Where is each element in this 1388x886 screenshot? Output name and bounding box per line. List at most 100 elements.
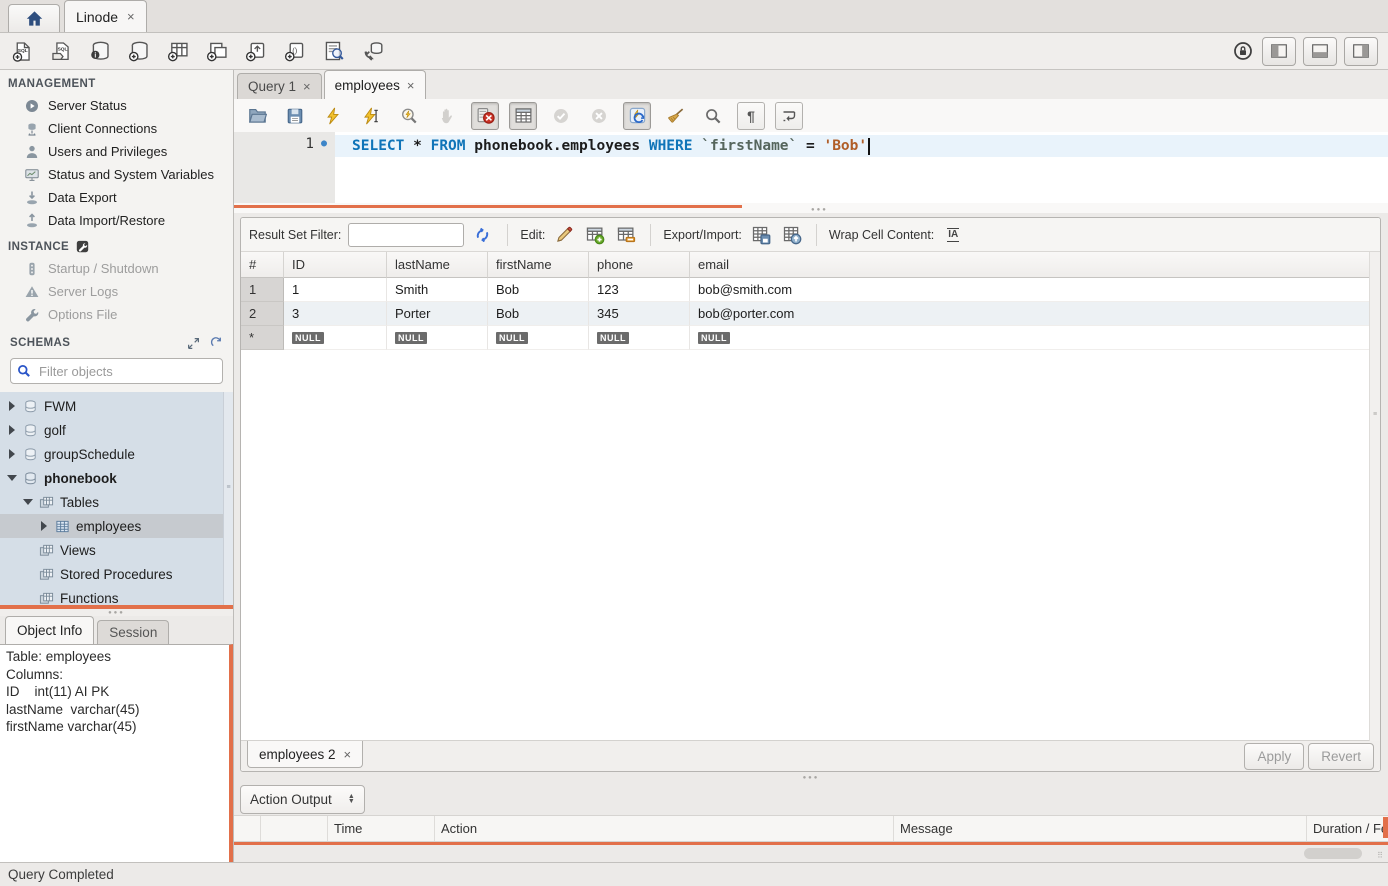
toggle-bottom-panel-icon[interactable] — [1303, 37, 1337, 66]
output-column-header[interactable]: Time — [328, 816, 435, 841]
delete-row-icon[interactable] — [614, 224, 638, 246]
table-row-new-placeholder[interactable]: * NULL NULL NULL NULL NULL — [241, 326, 1380, 350]
close-icon[interactable]: × — [127, 9, 135, 24]
editor-result-splitter[interactable]: ●●● — [234, 203, 1388, 213]
sidebar-item-options-file[interactable]: Options File — [0, 303, 233, 326]
cell[interactable]: Smith — [387, 278, 488, 302]
autocommit-icon[interactable] — [623, 102, 651, 130]
output-column-header[interactable]: Action — [435, 816, 894, 841]
stop-icon[interactable] — [433, 102, 461, 130]
tab-result-employees-2[interactable]: employees 2 × — [247, 741, 363, 768]
rollback-icon[interactable] — [585, 102, 613, 130]
tree-item-table-employees[interactable]: employees — [0, 514, 233, 538]
revert-button[interactable]: Revert — [1308, 743, 1374, 770]
commit-icon[interactable] — [547, 102, 575, 130]
output-column-header[interactable]: Duration / Fetch — [1307, 816, 1388, 841]
chevron-right-icon[interactable] — [7, 449, 17, 459]
sql-line-1[interactable]: SELECT * FROM phonebook.employees WHERE … — [335, 135, 1388, 157]
cell[interactable]: 345 — [589, 302, 690, 326]
tree-item-views-folder[interactable]: Views — [0, 538, 233, 562]
create-table-icon[interactable] — [166, 39, 190, 63]
cell[interactable]: 1 — [284, 278, 387, 302]
create-function-icon[interactable]: () — [283, 39, 307, 63]
tree-item-stored-procedures-folder[interactable]: Stored Procedures — [0, 562, 233, 586]
result-output-splitter[interactable]: ●●● — [234, 772, 1388, 783]
tab-session[interactable]: Session — [97, 620, 169, 644]
horizontal-scrollbar-thumb[interactable] — [1304, 848, 1362, 859]
tree-item-tables-folder[interactable]: Tables — [0, 490, 233, 514]
resize-grip-icon[interactable]: ⠿ — [1377, 851, 1384, 860]
tree-scrollbar[interactable]: ≡ — [223, 392, 233, 605]
schema-inspector-icon[interactable]: i — [88, 39, 112, 63]
wrap-cell-icon[interactable]: IA — [941, 224, 965, 246]
limit-rows-icon[interactable] — [509, 102, 537, 130]
open-sql-script-icon[interactable]: SQL — [49, 39, 73, 63]
close-icon[interactable]: × — [344, 747, 352, 762]
add-row-icon[interactable] — [583, 224, 607, 246]
result-grid-scrollbar[interactable]: ≡ — [1369, 252, 1380, 741]
tree-item-schema[interactable]: FWM — [0, 394, 233, 418]
execute-icon[interactable] — [319, 102, 347, 130]
cell[interactable]: Porter — [387, 302, 488, 326]
tab-employees[interactable]: employees × — [324, 70, 426, 99]
cell[interactable]: bob@smith.com — [690, 278, 1380, 302]
column-header[interactable]: lastName — [387, 252, 488, 278]
tab-query-1[interactable]: Query 1 × — [237, 73, 322, 99]
search-data-icon[interactable] — [322, 39, 346, 63]
column-header[interactable]: phone — [589, 252, 690, 278]
splitter-grip[interactable]: ●●● — [0, 609, 233, 616]
invisible-chars-icon[interactable]: ¶ — [737, 102, 765, 130]
cell[interactable]: Bob — [488, 278, 589, 302]
wrap-text-icon[interactable] — [775, 102, 803, 130]
chevron-right-icon[interactable] — [7, 401, 17, 411]
tree-item-schema-phonebook[interactable]: phonebook — [0, 466, 233, 490]
toggle-left-panel-icon[interactable] — [1262, 37, 1296, 66]
tree-item-functions-folder[interactable]: Functions — [0, 586, 233, 605]
output-column-header[interactable]: Message — [894, 816, 1307, 841]
output-type-select[interactable]: Action Output ▲▼ — [240, 785, 365, 814]
create-view-icon[interactable] — [205, 39, 229, 63]
apply-button[interactable]: Apply — [1244, 743, 1304, 770]
sql-code-area[interactable]: 1 ● SELECT * FROM phonebook.employees WH… — [234, 132, 1388, 203]
toggle-stop-on-error-icon[interactable] — [471, 102, 499, 130]
column-header[interactable]: # — [241, 252, 284, 278]
expand-schemas-icon[interactable] — [187, 337, 200, 350]
cell[interactable]: NULL — [690, 326, 1380, 350]
table-row[interactable]: 2 3 Porter Bob 345 bob@porter.com — [241, 302, 1380, 326]
home-tab[interactable] — [8, 4, 60, 32]
execute-current-icon[interactable] — [357, 102, 385, 130]
sidebar-item-client-connections[interactable]: Client Connections — [0, 117, 233, 140]
connection-tab[interactable]: Linode × — [64, 0, 147, 32]
explain-icon[interactable] — [395, 102, 423, 130]
cell[interactable]: NULL — [284, 326, 387, 350]
save-icon[interactable] — [281, 102, 309, 130]
column-header[interactable]: ID — [284, 252, 387, 278]
sidebar-item-system-variables[interactable]: Status and System Variables — [0, 163, 233, 186]
toggle-right-panel-icon[interactable] — [1344, 37, 1378, 66]
cell[interactable]: NULL — [589, 326, 690, 350]
chevron-right-icon[interactable] — [39, 521, 49, 531]
find-icon[interactable] — [699, 102, 727, 130]
chevron-right-icon[interactable] — [7, 425, 17, 435]
column-header[interactable]: email — [690, 252, 1380, 278]
sidebar-item-data-export[interactable]: Data Export — [0, 186, 233, 209]
refresh-schemas-icon[interactable] — [209, 336, 223, 350]
sidebar-item-users-privileges[interactable]: Users and Privileges — [0, 140, 233, 163]
new-sql-tab-icon[interactable]: SQL — [10, 39, 34, 63]
import-icon[interactable] — [780, 224, 804, 246]
cell[interactable]: 3 — [284, 302, 387, 326]
reconnect-db-icon[interactable] — [361, 39, 385, 63]
edit-pencil-icon[interactable] — [552, 224, 576, 246]
sidebar-item-server-status[interactable]: Server Status — [0, 94, 233, 117]
close-icon[interactable]: × — [303, 79, 311, 94]
sidebar-item-startup-shutdown[interactable]: Startup / Shutdown — [0, 257, 233, 280]
security-lock-icon[interactable] — [1231, 39, 1255, 63]
beautify-icon[interactable] — [661, 102, 689, 130]
tree-item-schema[interactable]: golf — [0, 418, 233, 442]
sidebar-item-data-import[interactable]: Data Import/Restore — [0, 209, 233, 232]
table-row[interactable]: 1 1 Smith Bob 123 bob@smith.com — [241, 278, 1380, 302]
cell[interactable]: 123 — [589, 278, 690, 302]
cell[interactable]: NULL — [387, 326, 488, 350]
cell[interactable]: NULL — [488, 326, 589, 350]
chevron-down-icon[interactable] — [23, 497, 33, 507]
